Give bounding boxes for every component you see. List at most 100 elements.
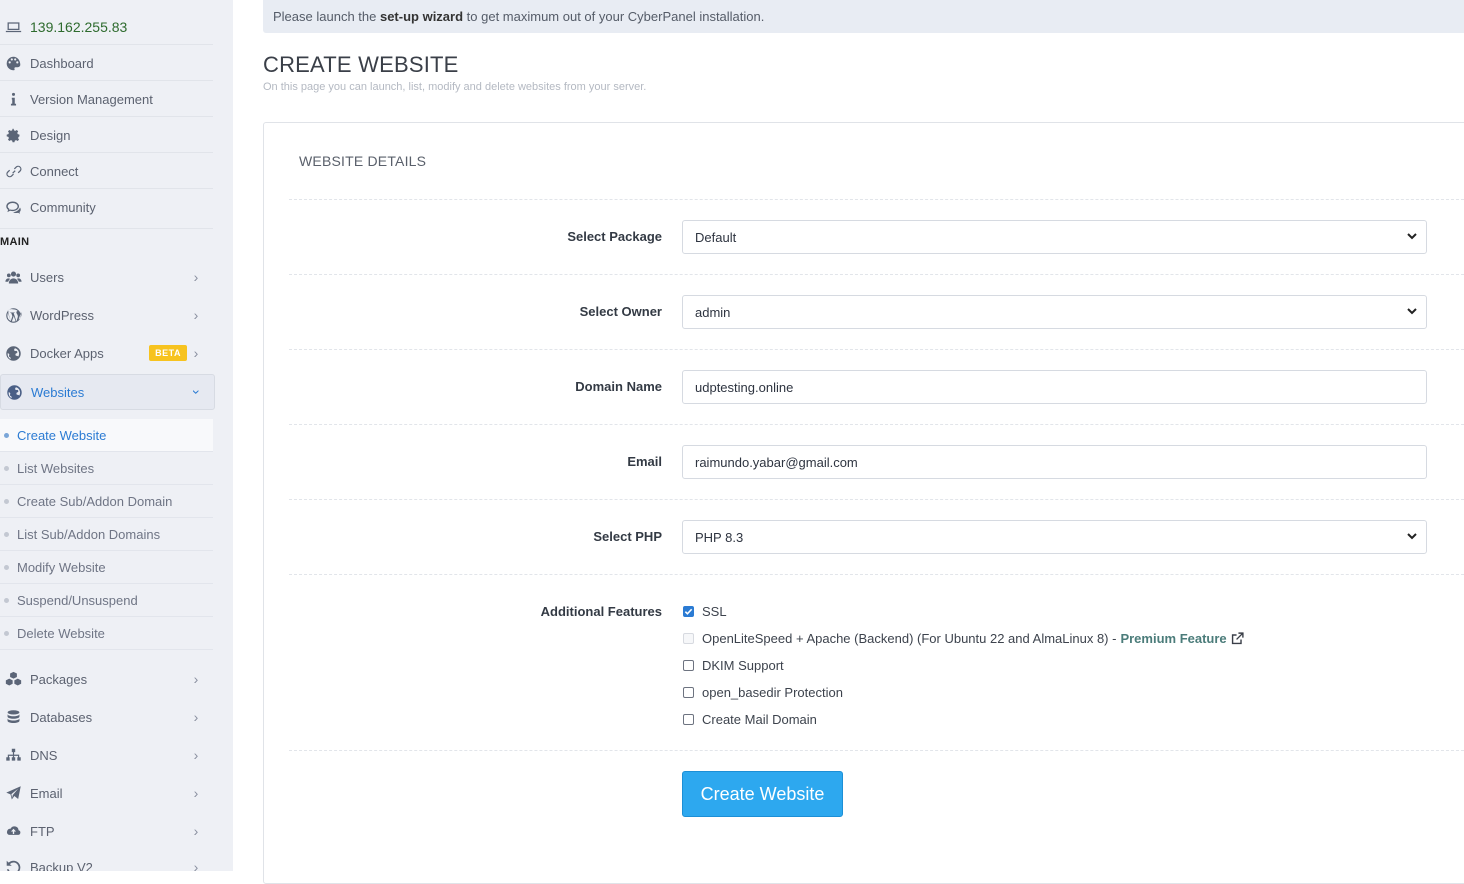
email-input[interactable]: raimundo.yabar@gmail.com xyxy=(682,445,1427,479)
link-icon xyxy=(0,163,30,180)
chevron-down-icon xyxy=(1407,533,1417,540)
external-link-icon[interactable] xyxy=(1230,631,1245,646)
submenu-modify-website[interactable]: Modify Website xyxy=(0,551,213,584)
submenu-create-website[interactable]: Create Website xyxy=(0,419,213,452)
sidebar-item-label: WordPress xyxy=(30,307,95,323)
chevron-down-icon xyxy=(1407,233,1417,240)
divider xyxy=(0,116,213,117)
sitemap-icon xyxy=(0,747,30,764)
sidebar-item-label: Design xyxy=(30,127,71,143)
users-icon xyxy=(0,269,30,286)
submenu-label: Modify Website xyxy=(17,559,106,575)
sidebar-item-label: Docker Apps xyxy=(30,345,104,361)
domain-input[interactable]: udptesting.online xyxy=(682,370,1427,404)
sidebar-item-label: Email xyxy=(30,785,63,801)
notice-suffix: to get maximum out of your CyberPanel in… xyxy=(463,9,765,24)
laptop-icon xyxy=(0,19,30,36)
server-ip-row[interactable]: 139.162.255.83 xyxy=(0,12,213,42)
submenu-label: List Websites xyxy=(17,460,95,476)
divider xyxy=(289,274,1464,275)
bullet-icon xyxy=(4,630,9,636)
email-label: Email xyxy=(627,454,662,469)
feature-label: DKIM Support xyxy=(702,658,784,673)
submenu-suspend-unsuspend[interactable]: Suspend/Unsuspend xyxy=(0,584,213,617)
chevron-right-icon: › xyxy=(193,823,199,839)
divider xyxy=(0,228,213,229)
chevron-down-icon xyxy=(1407,308,1417,315)
sidebar-item-websites[interactable]: Websites › xyxy=(0,374,215,410)
sidebar-item-wordpress[interactable]: WordPress › xyxy=(0,300,213,330)
submenu-list-sub-addon-domains[interactable]: List Sub/Addon Domains xyxy=(0,518,213,551)
feature-ssl[interactable]: SSL xyxy=(682,598,1245,625)
feature-openlitespeed-apache: OpenLiteSpeed + Apache (Backend) (For Ub… xyxy=(682,625,1245,652)
premium-feature-link[interactable]: Premium Feature xyxy=(1120,631,1226,646)
divider xyxy=(289,499,1464,500)
sidebar-item-packages[interactable]: Packages › xyxy=(0,664,213,694)
bullet-icon xyxy=(4,564,9,570)
feature-open-basedir[interactable]: open_basedir Protection xyxy=(682,679,1245,706)
sidebar-section-main: MAIN xyxy=(0,236,30,248)
sidebar-item-docker-apps[interactable]: Docker Apps BETA › xyxy=(0,338,213,368)
package-select[interactable]: Default xyxy=(682,220,1427,254)
owner-select[interactable]: admin xyxy=(682,295,1427,329)
sidebar-item-community[interactable]: Community xyxy=(0,192,213,222)
chevron-right-icon: › xyxy=(193,345,199,361)
globe-icon xyxy=(0,345,30,362)
info-icon xyxy=(0,91,30,108)
submenu-create-sub-addon-domain[interactable]: Create Sub/Addon Domain xyxy=(0,485,213,518)
sidebar-item-label: Databases xyxy=(30,709,93,725)
package-select-value: Default xyxy=(695,229,737,245)
sidebar-item-dashboard[interactable]: Dashboard xyxy=(0,48,213,78)
sidebar-item-users[interactable]: Users › xyxy=(0,262,213,292)
check-icon xyxy=(684,608,693,615)
sidebar-item-label: Packages xyxy=(30,671,88,687)
submenu-list-websites[interactable]: List Websites xyxy=(0,452,213,485)
divider xyxy=(289,750,1464,751)
submenu-delete-website[interactable]: Delete Website xyxy=(0,617,213,650)
feature-label: Create Mail Domain xyxy=(702,712,817,727)
domain-input-value: udptesting.online xyxy=(695,379,794,395)
create-website-button[interactable]: Create Website xyxy=(682,771,843,817)
sidebar-item-ftp[interactable]: FTP › xyxy=(0,816,213,846)
dkim-checkbox[interactable] xyxy=(683,660,694,671)
feature-dkim[interactable]: DKIM Support xyxy=(682,652,1245,679)
features-checklist: SSL OpenLiteSpeed + Apache (Backend) (Fo… xyxy=(682,598,1245,733)
sidebar-item-design[interactable]: Design xyxy=(0,120,213,150)
sidebar-item-label: Websites xyxy=(31,384,85,400)
chat-icon xyxy=(0,199,30,216)
globe-icon xyxy=(0,384,31,401)
email-input-value: raimundo.yabar@gmail.com xyxy=(695,454,858,470)
beta-badge: BETA xyxy=(149,345,187,361)
sidebar-item-databases[interactable]: Databases › xyxy=(0,702,213,732)
php-label: Select PHP xyxy=(593,529,662,544)
sidebar-item-connect[interactable]: Connect xyxy=(0,156,213,186)
page-title: CREATE WEBSITE xyxy=(263,52,459,77)
features-label: Additional Features xyxy=(540,604,662,619)
sidebar: 139.162.255.83 Dashboard Version Managem… xyxy=(0,0,233,871)
cubes-icon xyxy=(0,671,30,688)
sidebar-item-label: Dashboard xyxy=(30,55,94,71)
open-basedir-checkbox[interactable] xyxy=(683,687,694,698)
feature-label: OpenLiteSpeed + Apache (Backend) (For Ub… xyxy=(702,631,1117,646)
sidebar-item-backup-v2[interactable]: Backup V2 › xyxy=(0,852,213,871)
sidebar-item-dns[interactable]: DNS › xyxy=(0,740,213,770)
ssl-checkbox[interactable] xyxy=(683,606,694,617)
divider xyxy=(0,188,213,189)
feature-create-mail-domain[interactable]: Create Mail Domain xyxy=(682,706,1245,733)
divider xyxy=(289,424,1464,425)
gear-icon xyxy=(0,127,30,144)
feature-label: open_basedir Protection xyxy=(702,685,843,700)
chevron-right-icon: › xyxy=(193,747,199,763)
domain-label: Domain Name xyxy=(575,379,662,394)
package-label: Select Package xyxy=(567,229,662,244)
divider xyxy=(0,152,213,153)
create-mail-domain-checkbox[interactable] xyxy=(683,714,694,725)
sidebar-item-version-management[interactable]: Version Management xyxy=(0,84,213,114)
setup-wizard-link[interactable]: set-up wizard xyxy=(380,9,463,24)
php-select[interactable]: PHP 8.3 xyxy=(682,520,1427,554)
server-ip: 139.162.255.83 xyxy=(30,19,128,35)
sidebar-item-label: DNS xyxy=(30,747,58,763)
cloud-upload-icon xyxy=(0,823,30,840)
notice-prefix: Please launch the xyxy=(273,9,380,24)
sidebar-item-email[interactable]: Email › xyxy=(0,778,213,808)
